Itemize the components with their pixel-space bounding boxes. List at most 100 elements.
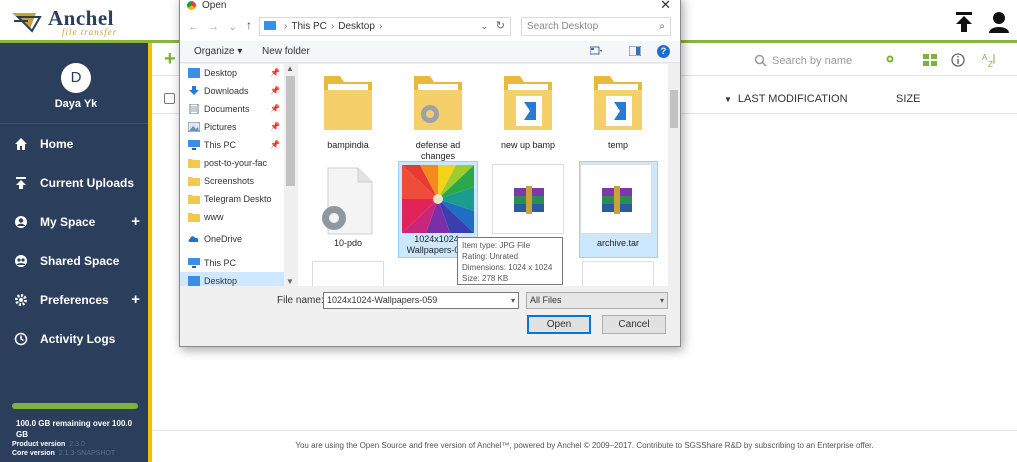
file-name-input[interactable]: 1024x1024-Wallpapers-059 ▾ — [323, 292, 519, 309]
breadcrumb-this-pc[interactable]: This PC — [291, 21, 327, 32]
file-item-folder[interactable]: temp — [578, 68, 658, 158]
sidebar-item-my-space[interactable]: My Space + — [0, 202, 148, 241]
nav-item-folder[interactable]: post-to-your-fac — [180, 154, 284, 172]
nav-item-label: Desktop — [204, 276, 238, 286]
nav-item-pictures[interactable]: Pictures 📌 — [180, 118, 284, 136]
add-preference-button[interactable]: + — [131, 291, 140, 308]
dialog-search-input[interactable]: Search Desktop ⌕ — [521, 17, 671, 36]
file-name: bampindia — [327, 140, 369, 150]
nav-item-this-pc[interactable]: This PC — [180, 254, 284, 272]
sidebar-item-home[interactable]: Home — [0, 124, 148, 163]
sidebar-item-shared-space[interactable]: Shared Space — [0, 241, 148, 280]
upload-icon[interactable] — [952, 10, 976, 34]
nav-item-downloads[interactable]: Downloads 📌 — [180, 82, 284, 100]
core-version-value: 2.1.3-SNAPSHOT — [58, 450, 116, 457]
back-forward-buttons[interactable]: ←→⌄ — [188, 20, 246, 33]
address-bar[interactable]: › This PC › Desktop › ⌄ ↻ — [259, 17, 511, 36]
add-space-button[interactable]: + — [131, 213, 140, 230]
sidebar-item-current-uploads[interactable]: Current Uploads — [0, 163, 148, 202]
file-list-scrollbar[interactable] — [668, 64, 680, 286]
nav-item-folder[interactable]: www — [180, 208, 284, 226]
scroll-down-icon[interactable]: ▼ — [286, 277, 294, 286]
file-name-value: 1024x1024-Wallpapers-059 — [327, 295, 438, 305]
nav-item-this-pc-quick[interactable]: This PC 📌 — [180, 136, 284, 154]
settings-dot-icon[interactable] — [885, 54, 895, 64]
folder-vs-icon — [594, 76, 642, 130]
winrar-icon — [514, 186, 544, 214]
tooltip-rating: Rating: Unrated — [462, 252, 519, 261]
separator-icon: › — [378, 21, 383, 32]
chevron-down-icon[interactable]: ⌄ — [480, 18, 488, 35]
scrollbar-thumb[interactable] — [286, 76, 295, 186]
nav-item-desktop-selected[interactable]: Desktop — [180, 272, 284, 286]
file-item[interactable]: 10-pdo — [308, 164, 388, 254]
documents-icon — [189, 104, 199, 114]
separator-icon: › — [330, 21, 335, 32]
nav-item-documents[interactable]: Documents 📌 — [180, 100, 284, 118]
person-icon — [15, 215, 27, 228]
nav-item-label: post-to-your-fac — [204, 158, 268, 168]
svg-text:Z: Z — [988, 60, 993, 68]
info-icon[interactable] — [950, 52, 966, 68]
file-name: defense ad changes — [415, 140, 461, 161]
search-input[interactable]: Search by name — [752, 51, 892, 71]
nav-item-onedrive[interactable]: OneDrive — [180, 230, 284, 248]
file-item-folder[interactable]: new up bamp — [488, 68, 568, 158]
help-icon[interactable]: ? — [657, 45, 670, 58]
avatar[interactable]: D — [61, 63, 91, 93]
file-thumbnail-partial[interactable] — [582, 261, 654, 286]
folder-icon — [188, 213, 200, 222]
add-button[interactable]: + — [164, 48, 176, 71]
file-item-folder[interactable]: bampindia — [308, 68, 388, 158]
new-folder-button[interactable]: New folder — [262, 46, 310, 57]
view-options-icon[interactable] — [590, 46, 602, 56]
product-version: Product version 2.3.0 — [12, 441, 85, 448]
column-last-modification[interactable]: ▼ LAST MODIFICATION — [724, 93, 848, 105]
sidebar: D Daya Yk Home Current Uploads My Space … — [0, 43, 152, 462]
sidebar-item-preferences[interactable]: Preferences + — [0, 280, 148, 319]
refresh-icon[interactable]: ↻ — [496, 18, 505, 35]
nav-item-folder[interactable]: Screenshots — [180, 172, 284, 190]
scrollbar-thumb[interactable] — [670, 90, 678, 128]
cloud-icon — [188, 236, 199, 242]
close-button[interactable]: ✕ — [660, 0, 671, 13]
breadcrumb-desktop[interactable]: Desktop — [338, 21, 375, 32]
search-icon — [754, 54, 767, 67]
sidebar-item-label: Preferences — [40, 292, 109, 307]
pin-icon: 📌 — [270, 68, 280, 77]
open-button[interactable]: Open — [527, 315, 591, 334]
search-icon: ⌕ — [659, 21, 665, 32]
nav-item-label: OneDrive — [204, 234, 243, 244]
organize-button[interactable]: Organize ▾ — [194, 46, 242, 57]
nav-scrollbar[interactable]: ▲ ▼ — [284, 64, 297, 286]
chevron-down-icon[interactable]: ▾ — [511, 293, 515, 308]
grid-view-icon[interactable] — [922, 52, 938, 68]
file-thumbnail-partial[interactable] — [312, 261, 384, 286]
settings-file-icon — [322, 167, 373, 235]
nav-item-folder[interactable]: Telegram Deskto — [180, 190, 284, 208]
cancel-button[interactable]: Cancel — [602, 315, 666, 334]
select-all-checkbox[interactable] — [164, 93, 175, 104]
nav-item-desktop[interactable]: Desktop 📌 — [180, 64, 284, 82]
folder-icon — [188, 159, 200, 168]
up-arrow-icon[interactable]: ↑ — [246, 18, 252, 32]
preview-pane-icon[interactable] — [629, 46, 641, 56]
tooltip-dimensions: Dimensions: 1024 x 1024 — [462, 263, 553, 272]
folder-icon — [188, 177, 200, 186]
anchel-logo[interactable]: Anchel file transfer — [10, 6, 140, 37]
file-item-folder[interactable]: defense ad changes — [398, 68, 478, 161]
sidebar-item-activity-logs[interactable]: Activity Logs — [0, 319, 148, 358]
file-name: temp — [607, 140, 628, 150]
file-item[interactable]: archive.tar — [578, 164, 658, 254]
sort-az-icon[interactable]: AZ — [981, 52, 997, 68]
column-size[interactable]: SIZE — [896, 93, 920, 105]
pictures-icon — [188, 122, 200, 132]
user-account-icon[interactable] — [987, 10, 1011, 34]
scroll-up-icon[interactable]: ▲ — [286, 64, 294, 73]
file-name: 10-pdo — [333, 238, 363, 248]
file-type-select[interactable]: All Files ▾ — [526, 292, 668, 309]
nav-item-label: This PC — [204, 258, 237, 268]
storage-progress-bar — [12, 403, 138, 409]
footer: You are using the Open Source and free v… — [152, 430, 1017, 462]
file-item[interactable] — [490, 164, 570, 236]
